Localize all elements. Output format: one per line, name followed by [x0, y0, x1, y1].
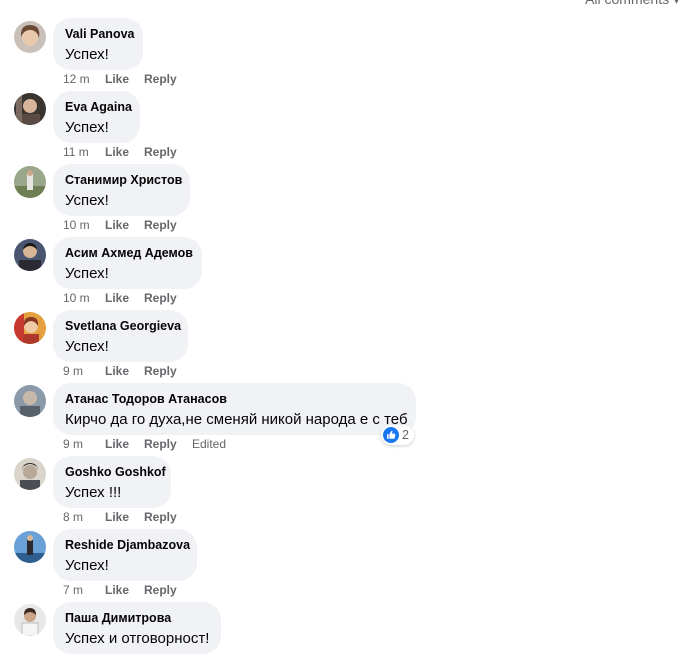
- comment-bubble: Асим Ахмед Адемов Успех!: [53, 237, 202, 289]
- comment-bubble: Атанас Тодоров Атанасов Кирчо да го духа…: [53, 383, 416, 435]
- like-button[interactable]: Like: [105, 509, 144, 525]
- reply-button[interactable]: Reply: [144, 509, 192, 525]
- edited-label[interactable]: Edited: [192, 436, 226, 452]
- comment-meta: 11 m Like Reply: [63, 144, 192, 160]
- comment-text: Успех!: [65, 557, 109, 574]
- like-button[interactable]: Like: [105, 71, 144, 87]
- reply-button[interactable]: Reply: [144, 436, 192, 452]
- avatar[interactable]: [14, 166, 46, 198]
- comment-time[interactable]: 7 m: [63, 582, 105, 598]
- comment-bubble: Svetlana Georgieva Успех!: [53, 310, 188, 362]
- reply-button[interactable]: Reply: [144, 71, 192, 87]
- comment-time[interactable]: 11 m: [63, 144, 105, 160]
- comment-meta: 8 m Like Reply: [63, 509, 192, 525]
- avatar[interactable]: [14, 312, 46, 344]
- reaction-number: 2: [402, 428, 409, 442]
- like-button[interactable]: Like: [105, 144, 144, 160]
- comment-bubble: Reshide Djambazova Успех!: [53, 529, 197, 581]
- comment-author[interactable]: Атанас Тодоров Атанасов: [65, 391, 404, 408]
- avatar[interactable]: [14, 385, 46, 417]
- like-icon: [383, 427, 399, 443]
- reply-button[interactable]: Reply: [144, 217, 192, 233]
- comment-text: Успех!: [65, 119, 109, 136]
- comment-bubble: Паша Димитрова Успех и отговорност!: [53, 602, 221, 654]
- reply-button[interactable]: Reply: [144, 290, 192, 306]
- comment-bubble: Станимир Христов Успех!: [53, 164, 190, 216]
- comment-meta: 12 m Like Reply: [63, 71, 192, 87]
- like-button[interactable]: Like: [105, 363, 144, 379]
- comment-time[interactable]: 9 m: [63, 436, 105, 452]
- avatar[interactable]: [14, 458, 46, 490]
- reply-button[interactable]: Reply: [144, 363, 192, 379]
- comment-author[interactable]: Vali Panova: [65, 26, 134, 43]
- comment-bubble: Vali Panova Успех!: [53, 18, 143, 70]
- comment-text: Успех!: [65, 46, 109, 63]
- comment-text: Успех !!!: [65, 484, 122, 501]
- comment-meta: 7 m Like Reply: [63, 582, 192, 598]
- comment-text: Успех!: [65, 338, 109, 355]
- avatar[interactable]: [14, 93, 46, 125]
- comment-author[interactable]: Паша Димитрова: [65, 610, 209, 627]
- comment-meta: 9 m Like Reply: [63, 363, 192, 379]
- comment-time[interactable]: 12 m: [63, 71, 105, 87]
- comment-bubble: Goshko Goshkof Успех !!!: [53, 456, 171, 508]
- comment-time[interactable]: 10 m: [63, 217, 105, 233]
- comment-text: Успех!: [65, 192, 109, 209]
- all-comments-dropdown[interactable]: All comments ▾: [585, 0, 680, 8]
- comment-meta: 10 m Like Reply: [63, 217, 192, 233]
- comment-author[interactable]: Reshide Djambazova: [65, 537, 190, 554]
- avatar[interactable]: [14, 21, 46, 53]
- comment-author[interactable]: Станимир Христов: [65, 172, 182, 189]
- comment-time[interactable]: 10 m: [63, 290, 105, 306]
- comment-author[interactable]: Асим Ахмед Адемов: [65, 245, 193, 262]
- reply-button[interactable]: Reply: [144, 144, 192, 160]
- comment-text: Успех!: [65, 265, 109, 282]
- comment-time[interactable]: 8 m: [63, 509, 105, 525]
- like-button[interactable]: Like: [105, 436, 144, 452]
- comment-author[interactable]: Eva Againa: [65, 99, 132, 116]
- comment-author[interactable]: Svetlana Georgieva: [65, 318, 181, 335]
- avatar[interactable]: [14, 604, 46, 636]
- like-button[interactable]: Like: [105, 290, 144, 306]
- reaction-count[interactable]: 2: [381, 425, 414, 445]
- comment-bubble: Eva Againa Успех!: [53, 91, 140, 143]
- comment-text: Кирчо да го духа,не сменяй никой народа …: [65, 411, 408, 428]
- comment-meta: 10 m Like Reply: [63, 290, 192, 306]
- like-button[interactable]: Like: [105, 217, 144, 233]
- comment-author[interactable]: Goshko Goshkof: [65, 464, 166, 481]
- avatar[interactable]: [14, 531, 46, 563]
- reply-button[interactable]: Reply: [144, 582, 192, 598]
- comment-text: Успех и отговорност!: [65, 630, 210, 647]
- avatar[interactable]: [14, 239, 46, 271]
- like-button[interactable]: Like: [105, 582, 144, 598]
- comment-meta: 9 m Like Reply Edited: [63, 436, 226, 452]
- comment-time[interactable]: 9 m: [63, 363, 105, 379]
